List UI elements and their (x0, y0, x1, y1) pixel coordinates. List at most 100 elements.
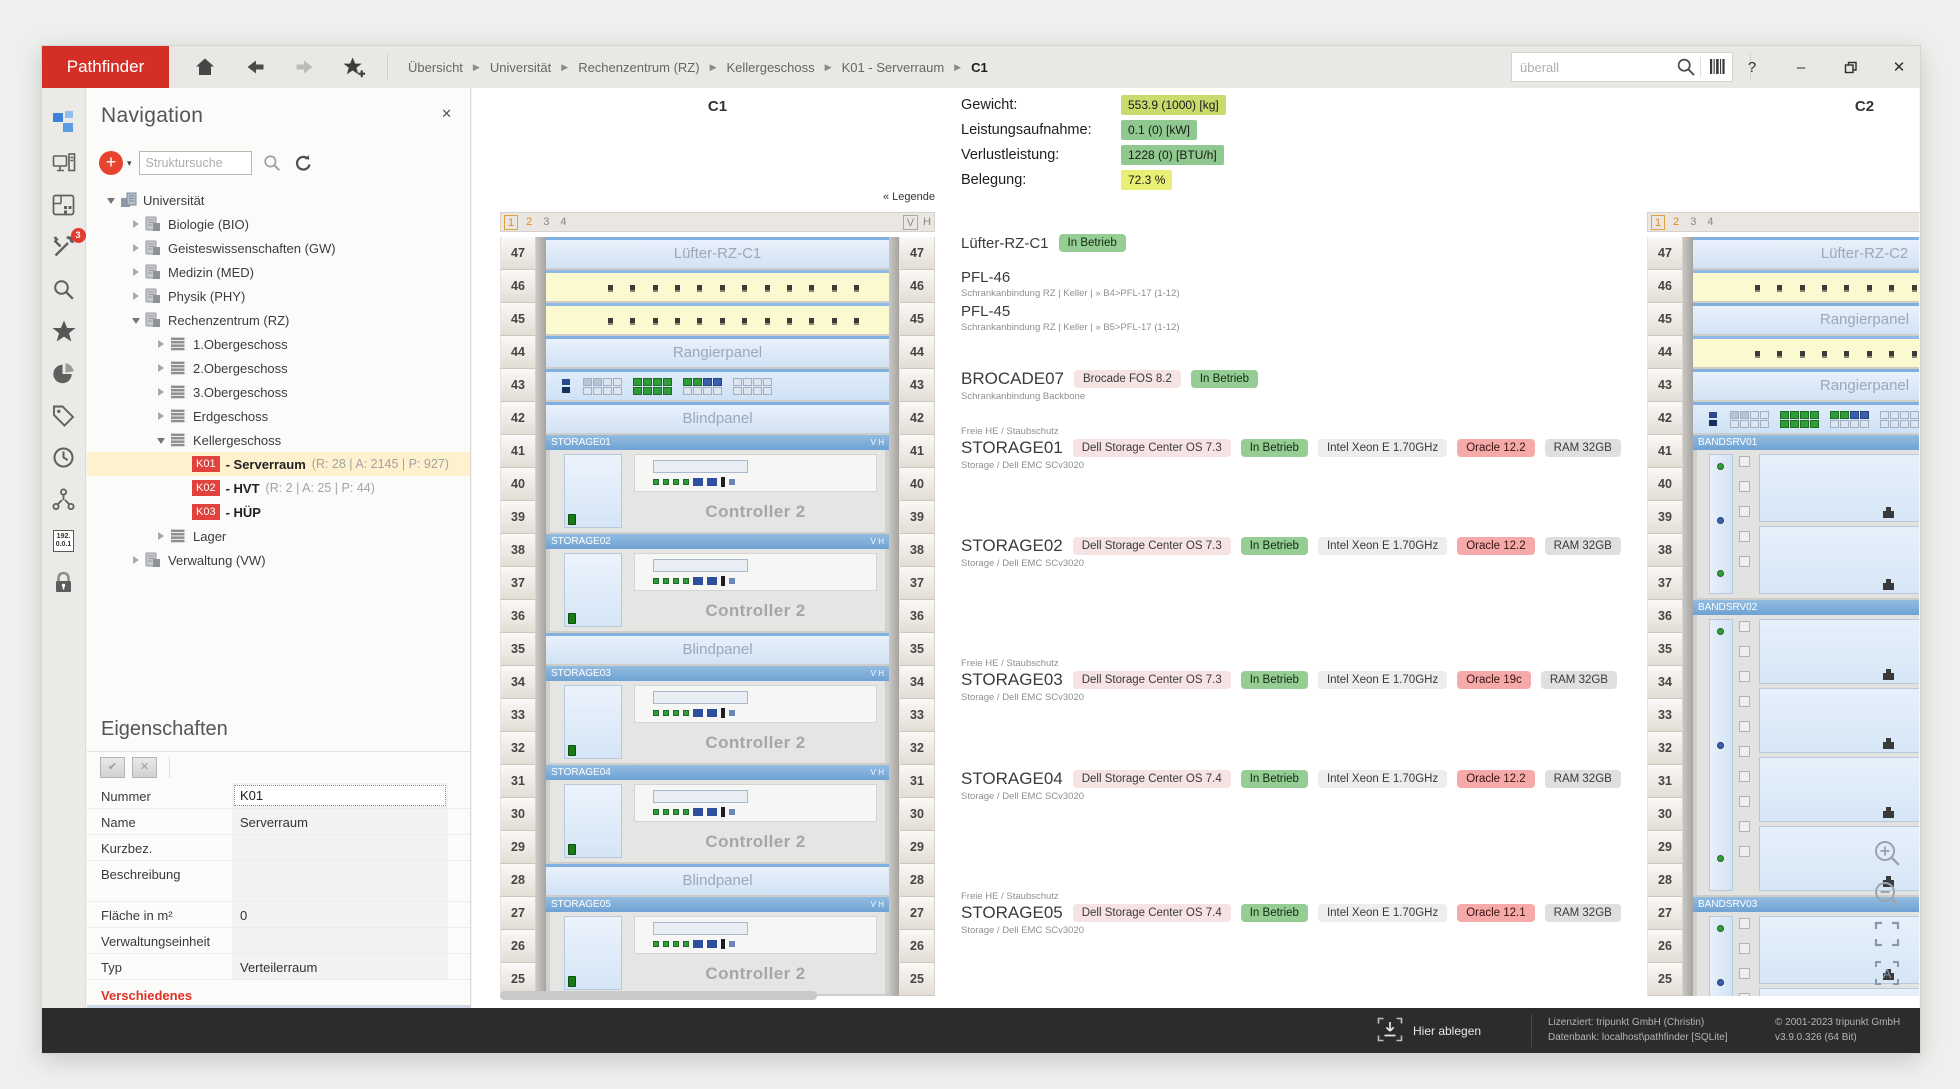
rack-unit-label[interactable]: Blindpanel (546, 402, 889, 433)
tree-item[interactable]: Verwaltung (VW) (87, 548, 470, 572)
tree-item[interactable]: 1.Obergeschoss (87, 332, 470, 356)
search-icon[interactable] (263, 154, 281, 172)
breadcrumb-item[interactable]: K01 - Serverraum (842, 60, 945, 75)
breadcrumb-item[interactable]: Universität (490, 60, 551, 75)
tree-item[interactable]: Physik (PHY) (87, 284, 470, 308)
rack-unit-label[interactable]: Rangierpanel (1693, 303, 1919, 334)
tree-expander-icon[interactable] (130, 244, 142, 252)
tree-expander-icon[interactable] (130, 292, 142, 300)
tree-item[interactable]: Lager (87, 524, 470, 548)
close-icon[interactable]: ✕ (441, 106, 452, 122)
rack-unit-storage[interactable]: STORAGE02V HController 2 (546, 534, 889, 631)
restore-button[interactable] (1841, 60, 1859, 75)
fit-view-icon[interactable] (1873, 920, 1901, 948)
breadcrumb-item[interactable]: Rechenzentrum (RZ) (578, 60, 699, 75)
help-button[interactable]: ? (1743, 59, 1761, 76)
breadcrumb-item[interactable]: Übersicht (408, 60, 463, 75)
label-zoom-icon[interactable]: A (1873, 959, 1901, 987)
tree-item[interactable]: 3.Obergeschoss (87, 380, 470, 404)
rack-unit-storage[interactable]: STORAGE01V HController 2 (546, 435, 889, 532)
device-entry[interactable]: PFL-46Schrankanbindung RZ | Keller | » B… (961, 269, 1180, 299)
rack-unit-switch[interactable] (546, 369, 889, 400)
minimize-button[interactable]: – (1792, 59, 1810, 76)
rack-unit-storage[interactable]: STORAGE03V HController 2 (546, 666, 889, 763)
rail-star-icon[interactable] (50, 318, 78, 344)
rack-unit-switch[interactable] (1693, 402, 1919, 433)
rail-ip-icon[interactable]: 192.0.0.1 (50, 528, 78, 554)
tree-expander-icon[interactable] (130, 316, 142, 324)
rail-tools-icon[interactable]: 3 (50, 234, 78, 260)
device-entry[interactable]: STORAGE02Dell Storage Center OS 7.3In Be… (961, 536, 1621, 569)
tree-item[interactable]: Kellergeschoss (87, 428, 470, 452)
tree-expander-icon[interactable] (130, 556, 142, 564)
breadcrumb-item[interactable]: Kellergeschoss (726, 60, 814, 75)
tree-expander-icon[interactable] (130, 220, 142, 228)
rack-unit-label[interactable]: Rangierpanel (1693, 369, 1919, 400)
structure-search-input[interactable] (139, 151, 252, 175)
device-entry[interactable]: STORAGE04Dell Storage Center OS 7.4In Be… (961, 769, 1621, 802)
tree-item[interactable]: Erdgeschoss (87, 404, 470, 428)
home-icon[interactable] (193, 55, 217, 79)
tree-expander-icon[interactable] (155, 412, 167, 420)
rail-clock-icon[interactable] (50, 444, 78, 470)
breadcrumb-item[interactable]: C1 (971, 60, 988, 75)
rail-floorplan-icon[interactable] (50, 192, 78, 218)
tree-expander-icon[interactable] (155, 364, 167, 372)
rack-unit-label[interactable]: Lüfter-RZ-C1 (546, 237, 889, 268)
device-entry[interactable]: Lüfter-RZ-C1In Betrieb (961, 234, 1126, 252)
rack-unit-label[interactable]: Lüfter-RZ-C2 (1693, 237, 1919, 268)
horizontal-scrollbar[interactable] (500, 991, 817, 1000)
search-icon[interactable] (1676, 57, 1696, 77)
refresh-icon[interactable] (294, 154, 313, 173)
tree-item[interactable]: 2.Obergeschoss (87, 356, 470, 380)
tree-expander-icon[interactable] (155, 388, 167, 396)
tree-item[interactable]: K02- HVT(R: 2 | A: 25 | P: 44) (87, 476, 470, 500)
tree-item[interactable]: Medizin (MED) (87, 260, 470, 284)
rail-tag-icon[interactable] (50, 402, 78, 428)
device-entry[interactable]: Freie HE / StaubschutzSTORAGE05Dell Stor… (961, 891, 1621, 936)
chevron-down-icon[interactable]: ▾ (127, 158, 132, 169)
tree-expander-icon[interactable] (155, 340, 167, 348)
forward-icon[interactable] (293, 55, 317, 79)
device-entry[interactable]: BROCADE07Brocade FOS 8.2In BetriebSchran… (961, 369, 1258, 402)
zoom-out-icon[interactable] (1872, 879, 1902, 909)
property-input-nummer[interactable] (234, 785, 446, 806)
rack-unit-patchpanel[interactable] (1693, 270, 1919, 301)
rack-unit-patchpanel[interactable] (1693, 336, 1919, 367)
rail-piechart-icon[interactable] (50, 360, 78, 386)
drop-zone[interactable]: Hier ablegen (1377, 1016, 1481, 1045)
rack-unit-label[interactable]: Blindpanel (546, 864, 889, 895)
device-entry[interactable]: PFL-45Schrankanbindung RZ | Keller | » B… (961, 303, 1180, 333)
rail-workstation-icon[interactable] (50, 150, 78, 176)
tree-item[interactable]: K01- Serverraum(R: 28 | A: 2145 | P: 927… (87, 452, 470, 476)
tree-expander-icon[interactable] (105, 196, 117, 204)
tree-expander-icon[interactable] (155, 532, 167, 540)
app-logo[interactable]: Pathfinder (42, 46, 169, 88)
rack-unit-label[interactable]: Blindpanel (546, 633, 889, 664)
back-icon[interactable] (243, 55, 267, 79)
global-search-input[interactable] (1512, 60, 1672, 75)
tree-expander-icon[interactable] (155, 436, 167, 444)
rack-unit-tape[interactable]: BANDSRV01 (1693, 435, 1919, 598)
properties-section-misc[interactable]: Verschiedenes (87, 980, 470, 1008)
add-favorite-icon[interactable] (343, 55, 367, 79)
device-entry[interactable]: Freie HE / StaubschutzSTORAGE01Dell Stor… (961, 426, 1621, 471)
rack-unit-patchpanel[interactable] (546, 270, 889, 301)
close-button[interactable]: ✕ (1890, 58, 1908, 76)
tree-item[interactable]: Rechenzentrum (RZ) (87, 308, 470, 332)
rack-unit-label[interactable]: Rangierpanel (546, 336, 889, 367)
rack-unit-storage[interactable]: STORAGE05V HController 2 (546, 897, 889, 994)
device-entry[interactable]: Freie HE / StaubschutzSTORAGE03Dell Stor… (961, 658, 1617, 703)
rack-unit-storage[interactable]: STORAGE04V HController 2 (546, 765, 889, 862)
zoom-in-icon[interactable] (1872, 838, 1902, 868)
rack-unit-patchpanel[interactable] (546, 303, 889, 334)
tree-item[interactable]: Geisteswissenschaften (GW) (87, 236, 470, 260)
rail-search-icon[interactable] (50, 276, 78, 302)
barcode-icon[interactable] (1709, 58, 1726, 76)
legend-link[interactable]: « Legende (500, 191, 935, 203)
tree-item[interactable]: Universität (87, 188, 470, 212)
rail-topology-icon[interactable] (50, 486, 78, 512)
rail-hierarchy-icon[interactable] (50, 108, 78, 134)
rail-lock-icon[interactable] (50, 570, 78, 596)
discard-button[interactable]: ✕ (132, 757, 157, 778)
